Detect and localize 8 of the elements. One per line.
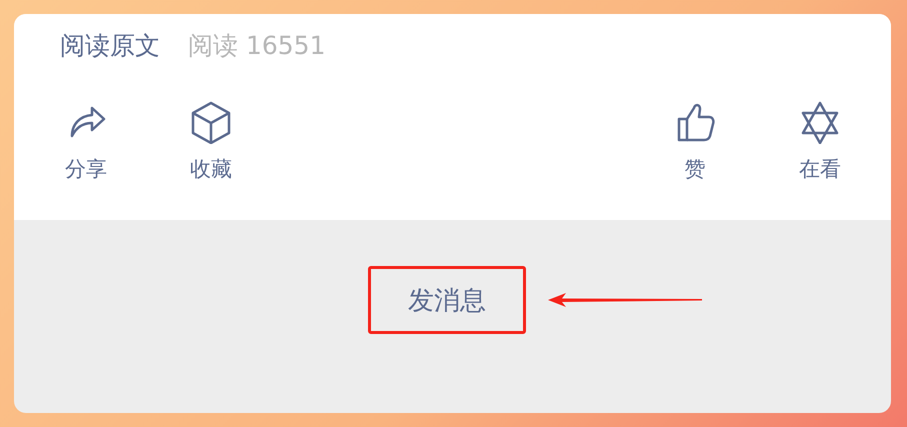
read-original-link[interactable]: 阅读原文: [60, 30, 160, 62]
action-label[interactable]: 收藏: [190, 156, 232, 182]
read-count: 阅读 16551: [188, 30, 326, 62]
action-label[interactable]: 分享: [65, 156, 107, 182]
cube-icon[interactable]: [189, 100, 233, 144]
send-message-button[interactable]: 发消息: [400, 278, 494, 322]
action-label[interactable]: 在看: [799, 156, 841, 182]
action-label[interactable]: 赞: [684, 156, 706, 182]
